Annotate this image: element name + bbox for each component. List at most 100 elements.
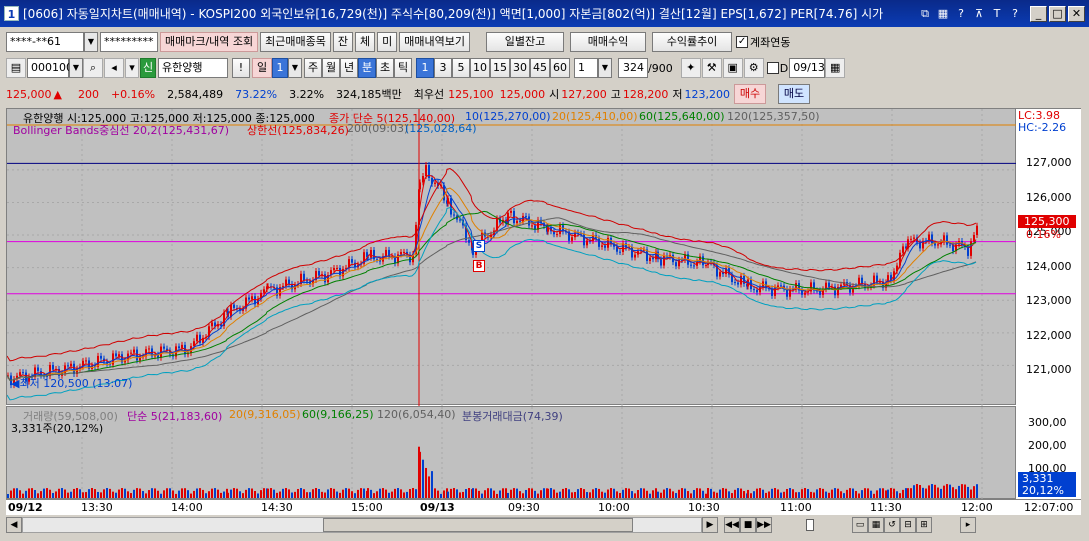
alert-button[interactable]: ! xyxy=(232,58,250,78)
candle-body xyxy=(586,240,588,246)
minute-15-button[interactable]: 15 xyxy=(490,58,510,78)
trade-history-button[interactable]: 매매내역보기 xyxy=(399,32,471,52)
tools-icon[interactable]: ⚒ xyxy=(701,58,722,78)
volume-bar xyxy=(443,490,445,498)
volume-bar xyxy=(468,488,470,498)
volume-bar xyxy=(257,493,259,498)
expand-icon[interactable]: ⊞ xyxy=(916,517,932,533)
forward-button[interactable]: ▶▶ xyxy=(756,517,772,533)
reset-icon[interactable]: ↺ xyxy=(884,517,900,533)
account-link-checkbox[interactable]: ✓ xyxy=(736,36,749,48)
period-dropdown[interactable]: ▼ xyxy=(288,58,302,78)
minute-5-button[interactable]: 5 xyxy=(452,58,470,78)
volume-bar xyxy=(899,493,901,498)
save-icon[interactable]: ▣ xyxy=(722,58,743,78)
minute-1-button[interactable]: 1 xyxy=(416,58,434,78)
calendar-icon[interactable]: ▦ xyxy=(825,58,846,78)
scroll-right-button[interactable]: ▶ xyxy=(702,517,718,533)
prev-icon[interactable]: ▾ xyxy=(125,58,139,78)
volume-bar xyxy=(610,488,612,498)
volume-bar xyxy=(719,489,721,498)
interval-dropdown[interactable]: ▼ xyxy=(598,58,612,78)
zoom-out-icon[interactable]: ▭ xyxy=(852,517,868,533)
chart-toolbar: ▤ 000100 ▼ ⌕ ◂ ▾ 신 유한양행 ! 일 1 ▼ 주 월 년 분 … xyxy=(0,57,1089,79)
count-input[interactable]: 324 xyxy=(618,58,648,78)
account-dropdown[interactable]: ▼ xyxy=(84,32,98,52)
recent-trades-button[interactable]: 최근매매종목 xyxy=(260,32,331,52)
chart-area[interactable]: 유한양행 시:125,000 고:125,000 저:125,000 종:125… xyxy=(6,108,1081,515)
stop-button[interactable]: ■ xyxy=(740,517,756,533)
return-trend-button[interactable]: 수익률추이 xyxy=(652,32,733,52)
trade-profit-button[interactable]: 매매수익 xyxy=(570,32,647,52)
d-checkbox[interactable] xyxy=(766,62,779,74)
minimize-button[interactable]: _ xyxy=(1030,5,1047,22)
scroll-thumb[interactable] xyxy=(323,518,633,532)
account-input[interactable]: ****-**61 xyxy=(6,32,84,52)
scroll-left-button[interactable]: ◀ xyxy=(6,517,22,533)
minute-60-button[interactable]: 60 xyxy=(550,58,570,78)
volume-bar xyxy=(345,488,347,498)
sell-button[interactable]: 매도 xyxy=(778,84,811,104)
price-panel[interactable]: 유한양행 시:125,000 고:125,000 저:125,000 종:125… xyxy=(6,108,1017,406)
minute-10-button[interactable]: 10 xyxy=(470,58,490,78)
zoom-in-icon[interactable]: ▦ xyxy=(868,517,884,533)
period-month-button[interactable]: 월 xyxy=(322,58,340,78)
period-week-button[interactable]: 주 xyxy=(304,58,322,78)
balance-chip[interactable]: 잔 xyxy=(332,32,354,52)
order-icon[interactable]: ✦ xyxy=(680,58,701,78)
maximize-button[interactable]: □ xyxy=(1049,5,1066,22)
zoom-slider[interactable] xyxy=(776,517,846,533)
scroll-track[interactable] xyxy=(22,517,702,533)
stock-name-field[interactable]: 유한양행 xyxy=(158,58,228,78)
volume-bar xyxy=(840,491,842,498)
minute-30-button[interactable]: 30 xyxy=(510,58,530,78)
volume-bar xyxy=(351,491,353,498)
buy-button[interactable]: 매수 xyxy=(734,84,767,104)
daily-balance-button[interactable]: 일별잔고 xyxy=(486,32,565,52)
minute-3-button[interactable]: 3 xyxy=(434,58,452,78)
date-input[interactable]: 09/13 xyxy=(789,58,826,78)
volume-bar xyxy=(910,488,912,498)
period-day-button[interactable]: 일 xyxy=(252,58,272,78)
table-icon[interactable]: ▦ xyxy=(936,7,950,21)
font-icon[interactable]: T xyxy=(990,7,1004,21)
zoom-thumb[interactable] xyxy=(806,519,814,531)
volume-bar xyxy=(828,492,830,498)
window-title: [0606] 자동일지차트(매매내역) - KOSPI200 외국인보유[16,… xyxy=(23,7,884,21)
speaker-icon[interactable]: ◂ xyxy=(104,58,124,78)
window-icon[interactable]: ▤ xyxy=(6,58,26,78)
title-bar: 1 [0606] 자동일지차트(매매내역) - KOSPI200 외국인보유[1… xyxy=(0,0,1089,27)
period-minute-button[interactable]: 분 xyxy=(358,58,376,78)
link-icon[interactable]: ⧉ xyxy=(918,7,932,21)
search-icon[interactable]: ⌕ xyxy=(83,58,103,78)
volume-bar xyxy=(127,491,129,498)
stock-code-dropdown[interactable]: ▼ xyxy=(69,58,83,78)
candle-body xyxy=(333,268,335,271)
password-input[interactable]: ********* xyxy=(100,32,158,52)
candle-body xyxy=(756,289,758,293)
period-year-button[interactable]: 년 xyxy=(340,58,358,78)
volume-panel[interactable]: 거래량(59,508,00) 단순 5(21,183,60) 20(9,316,… xyxy=(6,406,1016,500)
volume-bar xyxy=(133,489,135,498)
gear-icon[interactable]: ⚙ xyxy=(743,58,764,78)
minute-45-button[interactable]: 45 xyxy=(530,58,550,78)
price-tick: 127,000 xyxy=(1026,156,1072,169)
volume-bar xyxy=(955,489,957,498)
rewind-button[interactable]: ◀◀ xyxy=(724,517,740,533)
filled-chip[interactable]: 체 xyxy=(355,32,376,52)
volume-bar xyxy=(789,488,791,498)
period-tick-button[interactable]: 틱 xyxy=(394,58,412,78)
fit-icon[interactable]: ⊟ xyxy=(900,517,916,533)
volume-bar xyxy=(879,488,881,498)
interval-input[interactable]: 1 xyxy=(574,58,598,78)
help-icon[interactable]: ? xyxy=(954,7,968,21)
question-icon[interactable]: ? xyxy=(1008,7,1022,21)
period-second-button[interactable]: 초 xyxy=(376,58,394,78)
stock-code-input[interactable]: 000100 xyxy=(27,58,73,78)
close-button[interactable]: ✕ xyxy=(1068,5,1085,22)
pin-icon[interactable]: ⊼ xyxy=(972,7,986,21)
period-num-button[interactable]: 1 xyxy=(272,58,288,78)
unfilled-chip[interactable]: 미 xyxy=(377,32,398,52)
more-icon[interactable]: ▸ xyxy=(960,517,976,533)
trade-mark-button[interactable]: 매매마크/내역 조회 xyxy=(160,32,259,52)
